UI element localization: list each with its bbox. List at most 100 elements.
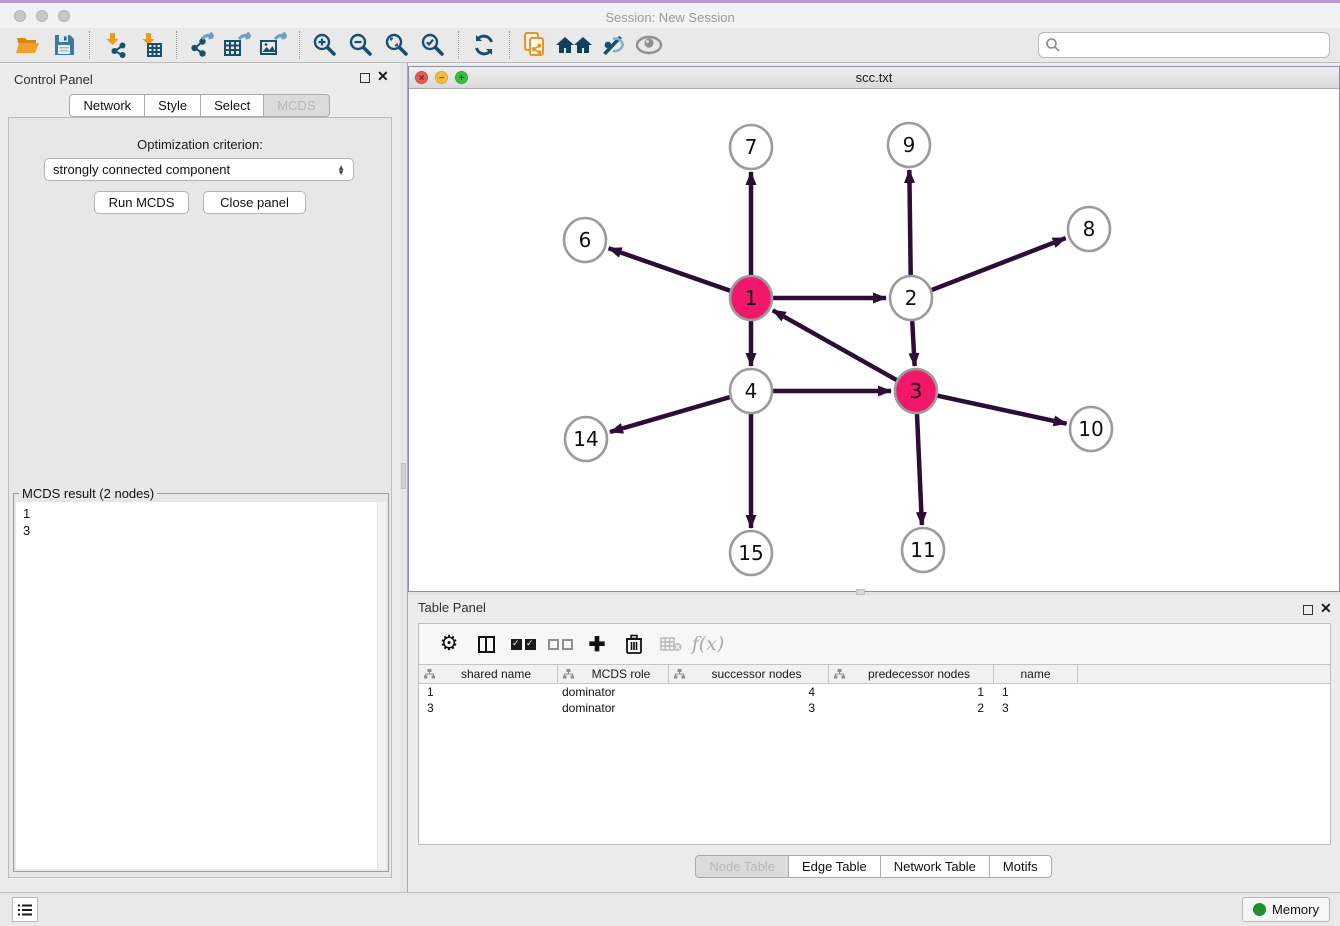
column-header-successor-nodes[interactable]: successor nodes — [669, 665, 829, 683]
cell-shared-name[interactable]: 3 — [419, 700, 558, 716]
search-input[interactable] — [1061, 35, 1329, 55]
svg-text:4: 4 — [745, 379, 758, 403]
main-toolbar — [0, 28, 1340, 63]
memory-button[interactable]: Memory — [1242, 897, 1330, 922]
table-row[interactable]: 1dominator411 — [419, 684, 1330, 700]
column-header-name[interactable]: name — [994, 665, 1078, 683]
delete-column-icon[interactable] — [620, 630, 648, 658]
cell-predecessor-nodes[interactable]: 1 — [829, 684, 994, 700]
tab-edge-table[interactable]: Edge Table — [788, 855, 881, 878]
node-table-container: ⚙ ✚ f(x) shared nameMCDS rolesuccessor n… — [418, 623, 1331, 845]
splitter-handle[interactable] — [401, 463, 406, 489]
edge-3-1[interactable] — [773, 310, 897, 380]
criterion-select[interactable]: strongly connected component ▲▼ — [44, 158, 354, 181]
task-history-button[interactable] — [12, 897, 38, 922]
float-panel-icon[interactable] — [360, 73, 370, 83]
import-table-icon[interactable] — [133, 30, 169, 60]
svg-text:9: 9 — [903, 133, 916, 157]
cell-shared-name[interactable]: 1 — [419, 684, 558, 700]
export-image-icon[interactable] — [256, 30, 292, 60]
node-10[interactable]: 10 — [1070, 407, 1112, 451]
tab-network-table[interactable]: Network Table — [880, 855, 990, 878]
cell-name[interactable]: 1 — [994, 684, 1078, 700]
table-row[interactable]: 3dominator323 — [419, 700, 1330, 716]
app-titlebar: Session: New Session — [0, 3, 1340, 28]
svg-text:1: 1 — [745, 286, 758, 310]
float-panel-icon[interactable] — [1303, 605, 1313, 615]
network-view-window: × − + scc.txt 7 9 6 8 1 2 4 3 14 10 15 11 — [408, 66, 1340, 592]
table-toolbar: ⚙ ✚ f(x) — [419, 624, 1330, 664]
node-4[interactable]: 4 — [730, 369, 772, 413]
node-14[interactable]: 14 — [565, 417, 607, 461]
svg-text:14: 14 — [573, 427, 598, 451]
tab-style[interactable]: Style — [144, 94, 201, 117]
edge-3-11[interactable] — [917, 413, 922, 525]
node-7[interactable]: 7 — [730, 125, 772, 169]
toolbar-separator — [176, 31, 177, 59]
first-neighbors-icon[interactable] — [553, 30, 595, 60]
tab-motifs[interactable]: Motifs — [989, 855, 1052, 878]
run-mcds-button[interactable]: Run MCDS — [94, 191, 189, 214]
unselect-all-columns-icon[interactable] — [546, 630, 574, 658]
node-1[interactable]: 1 — [730, 276, 772, 320]
table-options-gear-icon[interactable]: ⚙ — [435, 630, 463, 658]
hide-graphics-details-icon[interactable] — [595, 30, 631, 60]
edge-1-6[interactable] — [609, 248, 731, 290]
close-panel-icon[interactable]: ✕ — [1320, 600, 1332, 617]
edge-2-9[interactable] — [909, 170, 910, 276]
create-column-icon[interactable]: ✚ — [583, 630, 611, 658]
mcds-result-text[interactable]: 1 3 — [16, 502, 386, 869]
zoom-fit-icon[interactable] — [379, 30, 415, 60]
list-icon — [17, 903, 33, 917]
toolbar-separator — [299, 31, 300, 59]
network-window-titlebar[interactable]: × − + scc.txt — [409, 67, 1339, 89]
mcds-result-scrollbar[interactable] — [377, 502, 386, 869]
close-panel-icon[interactable]: ✕ — [377, 68, 389, 85]
network-canvas[interactable]: 7 9 6 8 1 2 4 3 14 10 15 11 — [409, 89, 1339, 591]
node-11[interactable]: 11 — [902, 528, 944, 572]
export-network-icon[interactable] — [184, 30, 220, 60]
birds-eye-view-icon[interactable] — [631, 30, 667, 60]
tab-network[interactable]: Network — [69, 94, 145, 117]
export-table-icon[interactable] — [220, 30, 256, 60]
cell-MCDS-role[interactable]: dominator — [558, 700, 669, 716]
save-session-icon[interactable] — [46, 30, 82, 60]
svg-text:2: 2 — [905, 286, 918, 310]
node-15[interactable]: 15 — [730, 531, 772, 575]
zoom-selected-icon[interactable] — [415, 30, 451, 60]
column-header-MCDS-role[interactable]: MCDS role — [558, 665, 669, 683]
node-6[interactable]: 6 — [564, 218, 606, 262]
memory-label: Memory — [1272, 902, 1319, 917]
cell-MCDS-role[interactable]: dominator — [558, 684, 669, 700]
column-header-predecessor-nodes[interactable]: predecessor nodes — [829, 665, 994, 683]
tab-mcds[interactable]: MCDS — [263, 94, 329, 117]
select-all-columns-icon[interactable] — [509, 630, 537, 658]
cell-name[interactable]: 3 — [994, 700, 1078, 716]
show-column-icon[interactable] — [472, 630, 500, 658]
edge-2-8[interactable] — [932, 238, 1066, 290]
cell-successor-nodes[interactable]: 4 — [669, 684, 829, 700]
close-panel-button[interactable]: Close panel — [203, 191, 306, 214]
zoom-out-icon[interactable] — [343, 30, 379, 60]
refresh-view-icon[interactable] — [466, 30, 502, 60]
tab-node-table[interactable]: Node Table — [695, 855, 789, 878]
edge-2-3[interactable] — [912, 320, 914, 366]
cell-predecessor-nodes[interactable]: 2 — [829, 700, 994, 716]
column-header-shared-name[interactable]: shared name — [419, 665, 558, 683]
svg-text:8: 8 — [1083, 217, 1096, 241]
cell-successor-nodes[interactable]: 3 — [669, 700, 829, 716]
node-2[interactable]: 2 — [890, 276, 932, 320]
duplicate-network-icon[interactable] — [517, 30, 553, 60]
search-field[interactable] — [1038, 32, 1330, 58]
zoom-in-icon[interactable] — [307, 30, 343, 60]
edge-3-10[interactable] — [937, 396, 1066, 424]
node-9[interactable]: 9 — [888, 123, 930, 167]
panel-splitter-vertical[interactable] — [400, 63, 408, 892]
edge-4-14[interactable] — [610, 397, 730, 432]
import-network-icon[interactable] — [97, 30, 133, 60]
node-8[interactable]: 8 — [1068, 207, 1110, 251]
tab-select[interactable]: Select — [200, 94, 264, 117]
svg-text:3: 3 — [910, 379, 923, 403]
node-3[interactable]: 3 — [895, 369, 937, 413]
open-session-icon[interactable] — [10, 30, 46, 60]
